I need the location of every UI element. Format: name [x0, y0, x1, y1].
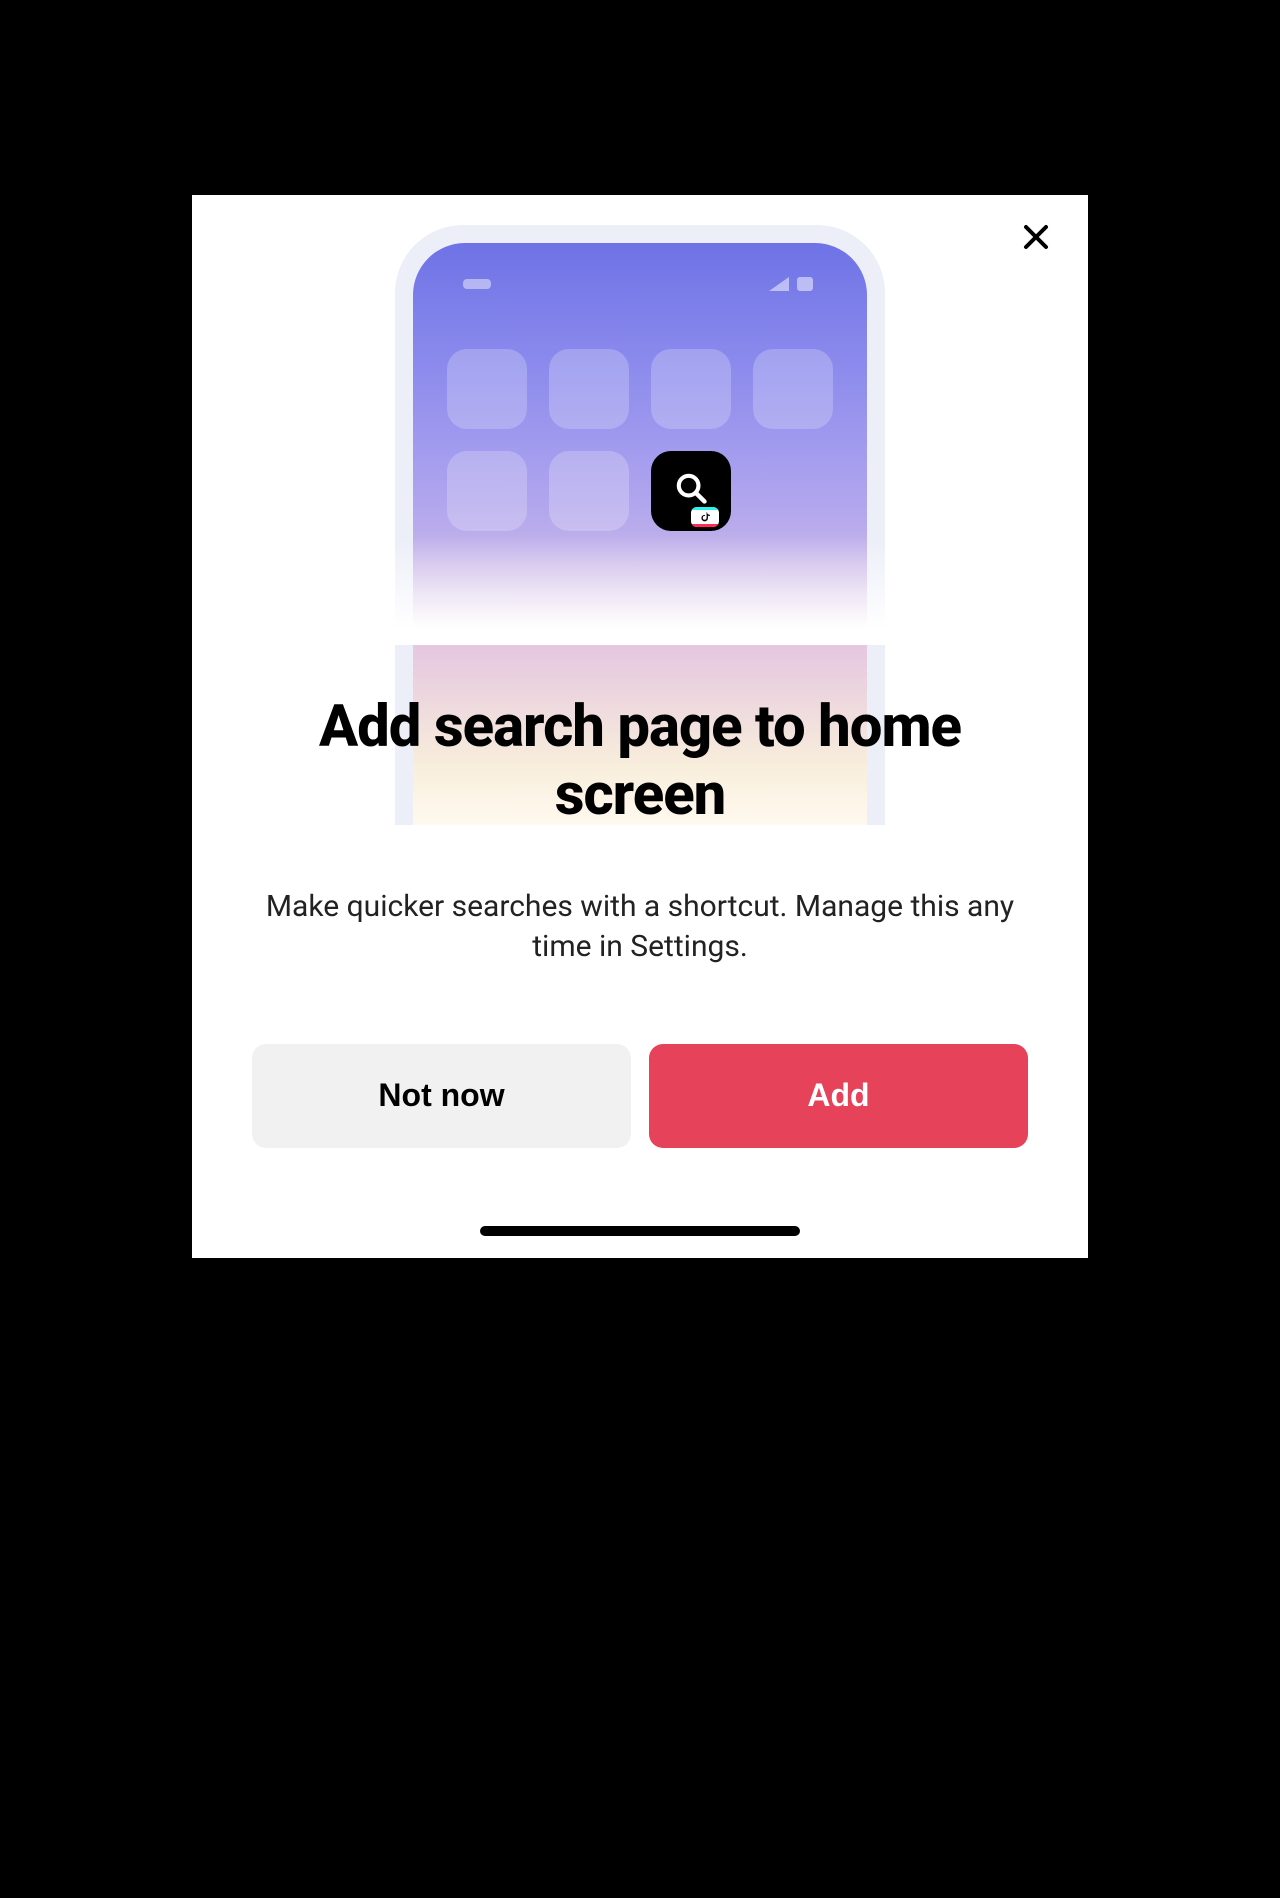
modal-subtitle: Make quicker searches with a shortcut. M…: [252, 887, 1028, 968]
add-button[interactable]: Add: [649, 1044, 1028, 1148]
app-tile-placeholder: [549, 451, 629, 531]
app-grid: [447, 349, 833, 531]
not-now-button[interactable]: Not now: [252, 1044, 631, 1148]
close-button[interactable]: [1012, 213, 1060, 261]
app-tile-placeholder: [447, 349, 527, 429]
app-tile-placeholder: [447, 451, 527, 531]
modal-title: Add search page to home screen: [252, 693, 1028, 830]
app-tile-placeholder: [753, 349, 833, 429]
modal-sheet: Add search page to home screen Make quic…: [192, 195, 1088, 1258]
search-shortcut-tile: [651, 451, 731, 531]
status-bar-indicator: [463, 279, 491, 289]
app-tile-placeholder: [549, 349, 629, 429]
button-row: Not now Add: [252, 1044, 1028, 1148]
tiktok-badge-icon: [691, 507, 719, 527]
home-screen-illustration: [395, 225, 885, 645]
search-icon: [672, 469, 710, 507]
close-icon: [1021, 222, 1051, 252]
signal-icon: [769, 277, 789, 291]
battery-icon: [797, 277, 813, 291]
illustration-fade: [395, 535, 885, 645]
app-tile-placeholder: [651, 349, 731, 429]
screen-stage: Add search page to home screen Make quic…: [192, 195, 1088, 1524]
home-indicator[interactable]: [480, 1226, 800, 1236]
